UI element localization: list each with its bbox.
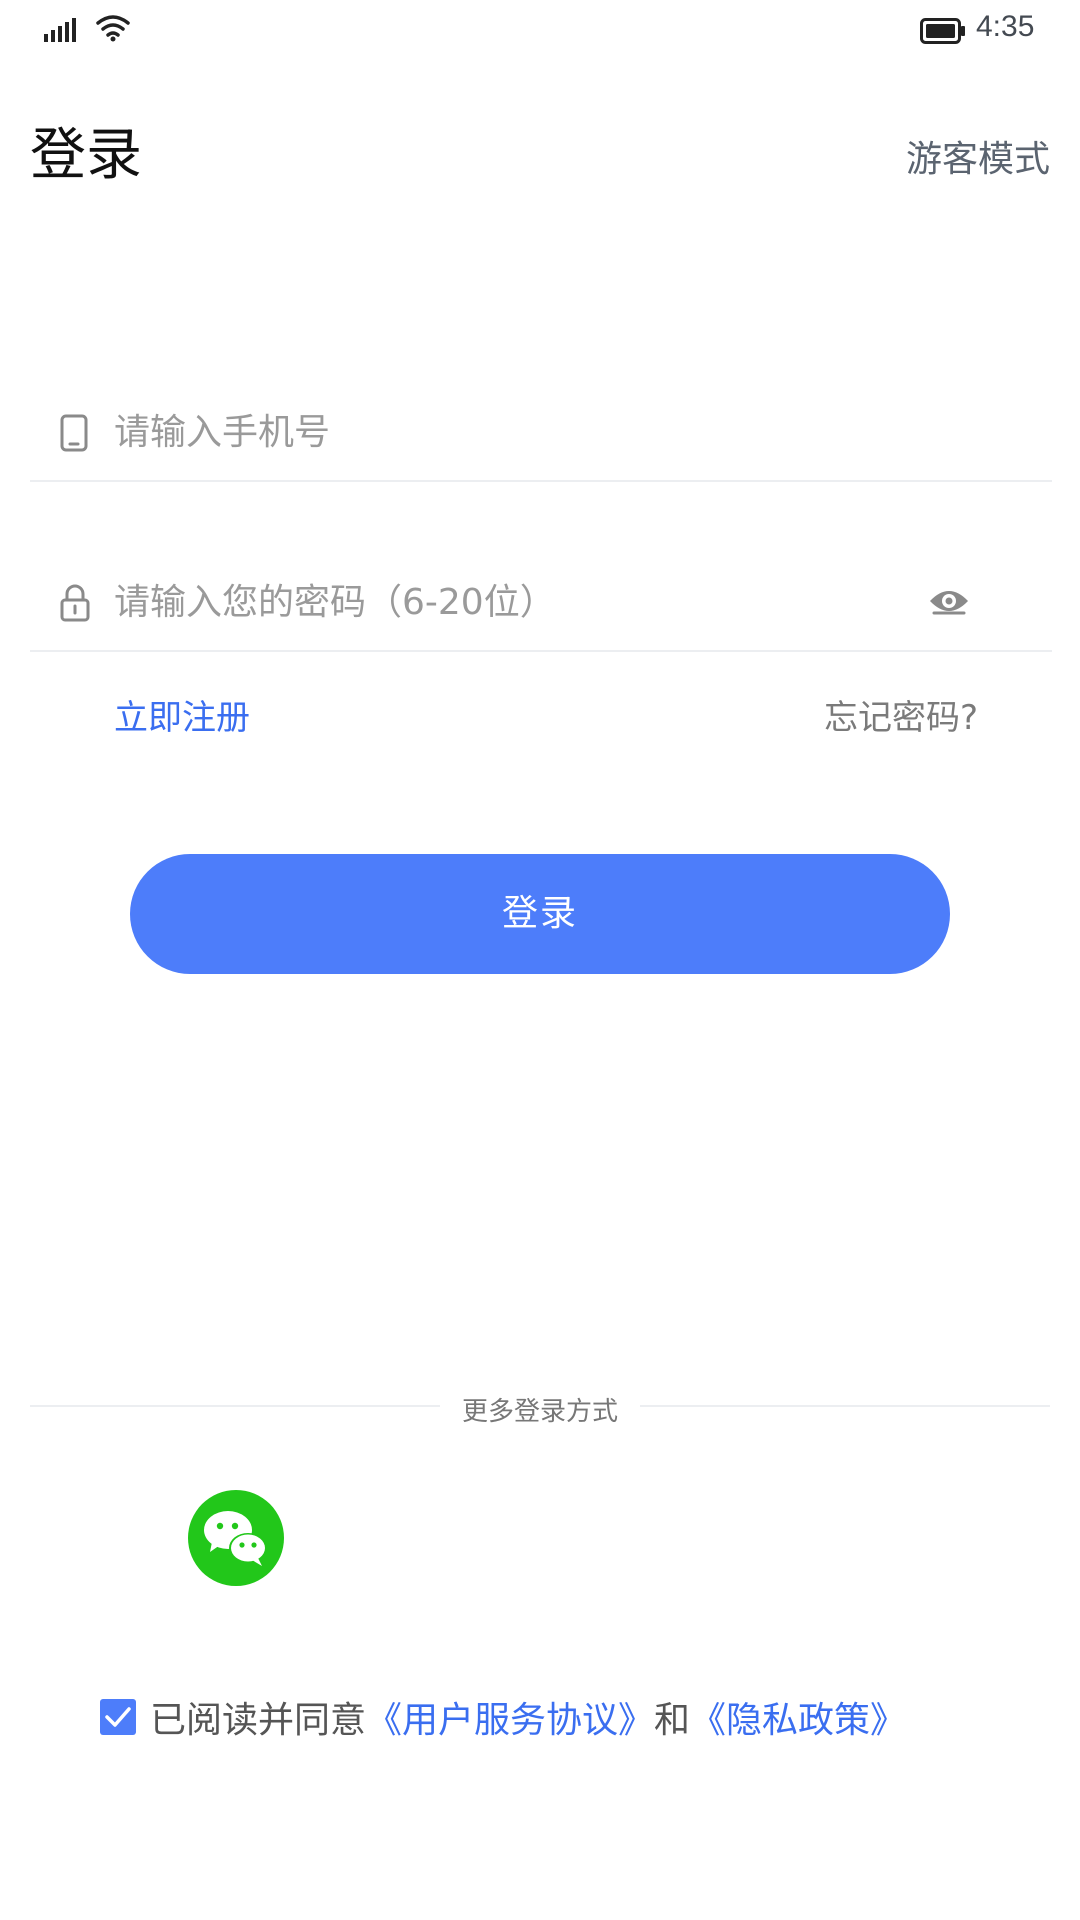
agreement-conjunction: 和 xyxy=(654,1700,691,1741)
agreement-prefix: 已阅读并同意 xyxy=(150,1700,367,1741)
more-login-label: 更多登录方式 xyxy=(461,1397,618,1427)
signal-icon xyxy=(44,18,78,46)
forgot-password-link[interactable]: 忘记密码? xyxy=(824,690,978,739)
guest-mode-button[interactable]: 游客模式 xyxy=(906,130,1050,182)
page-title: 登录 xyxy=(30,123,142,188)
eye-icon[interactable] xyxy=(928,586,970,620)
password-input[interactable] xyxy=(114,572,914,632)
register-link[interactable]: 立即注册 xyxy=(114,690,250,739)
phone-input-row xyxy=(30,390,1052,482)
wifi-icon xyxy=(96,14,130,46)
privacy-policy-link[interactable]: 《隐私政策》 xyxy=(690,1691,906,1743)
phone-icon xyxy=(60,414,88,456)
phone-input[interactable] xyxy=(114,402,914,462)
agreement-row: 已阅读并同意 《用户服务协议》 和 《隐私政策》 xyxy=(100,1695,906,1741)
login-screen: 4:35 登录 游客模式 请输入手机号 立即注册 忘记密码? 登录 更多登录方式… xyxy=(0,0,1080,1920)
lock-icon xyxy=(60,584,90,626)
password-input-row xyxy=(30,560,1052,652)
status-bar: 4:35 xyxy=(0,0,1080,64)
battery-icon xyxy=(920,18,966,48)
login-button[interactable]: 登录 xyxy=(130,854,950,974)
agreement-checkbox[interactable] xyxy=(100,1699,136,1735)
wechat-icon xyxy=(204,1511,267,1566)
check-icon xyxy=(105,1707,131,1727)
user-agreement-link[interactable]: 《用户服务协议》 xyxy=(366,1691,654,1743)
divider-right xyxy=(640,1405,1050,1407)
wechat-login-button[interactable] xyxy=(188,1490,284,1586)
status-time: 4:35 xyxy=(976,10,1035,43)
divider-left xyxy=(30,1405,440,1407)
